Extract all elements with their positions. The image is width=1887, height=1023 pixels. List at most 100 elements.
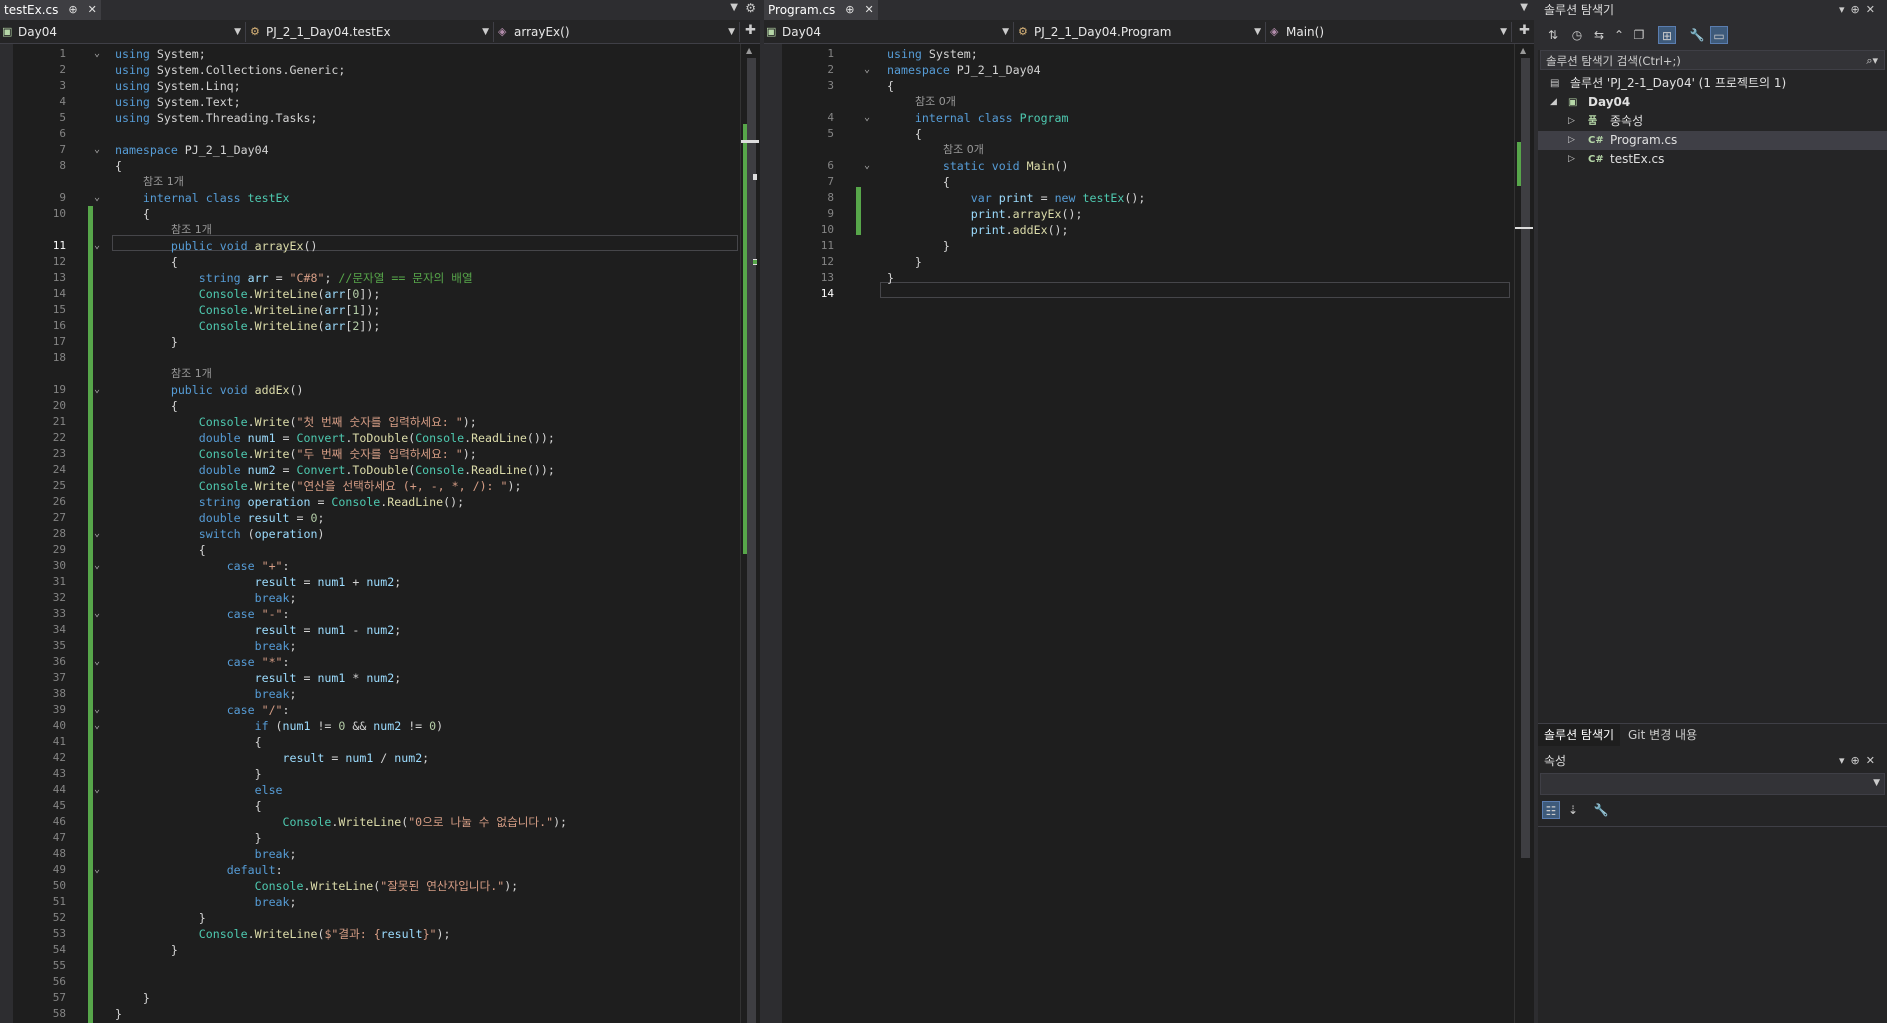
tree-item[interactable]: ▷ 품 종속성 (1538, 112, 1887, 131)
collapsed-arrow-icon[interactable]: ▷ (1568, 131, 1575, 150)
expanded-arrow-icon[interactable]: ◢ (1550, 93, 1557, 112)
code-text[interactable]: { (115, 254, 178, 270)
code-text[interactable]: } (115, 1006, 122, 1022)
wrench-icon[interactable]: 🔧 (1688, 26, 1706, 44)
pin-icon[interactable]: ⊕ (845, 0, 854, 20)
fold-toggle-icon[interactable]: ⌄ (94, 654, 100, 670)
code-text[interactable]: Console.Write("두 번째 숫자를 입력하세요: "); (115, 446, 477, 462)
code-text[interactable]: } (115, 830, 262, 846)
code-text[interactable]: Console.WriteLine($"결과: {result}"); (115, 926, 451, 942)
code-text[interactable]: namespace PJ_2_1_Day04 (887, 62, 1041, 78)
scrollbar-thumb[interactable] (1521, 58, 1530, 858)
sync-icon[interactable]: ⇆ (1590, 26, 1608, 44)
code-text[interactable]: if (num1 != 0 && num2 != 0) (115, 718, 444, 734)
code-text[interactable]: case "/": (115, 702, 290, 718)
code-text[interactable]: Console.WriteLine(arr[0]); (115, 286, 381, 302)
code-text[interactable]: { (115, 206, 150, 222)
code-text[interactable]: } (115, 334, 178, 350)
code-text[interactable]: switch (operation) (115, 526, 325, 542)
code-editor-testex[interactable]: 1 ⌄ using System; 2 using System.Collections… (0, 44, 760, 1023)
code-text[interactable]: } (115, 910, 206, 926)
panel-controls[interactable]: ▾⊕✕ (1839, 0, 1881, 20)
member-selector[interactable]: ◈ Main() ▼ (1268, 22, 1512, 42)
code-text[interactable]: result = num1 * num2; (115, 670, 402, 686)
tree-item[interactable]: ▷ C# testEx.cs (1538, 150, 1887, 169)
codelens-label[interactable]: 참조 1개 (115, 174, 184, 190)
code-text[interactable]: Console.WriteLine("0으로 나눌 수 없습니다."); (115, 814, 568, 830)
code-text[interactable]: using System.Threading.Tasks; (115, 110, 317, 126)
code-text[interactable]: break; (115, 638, 297, 654)
code-text[interactable]: } (115, 766, 262, 782)
panel-controls[interactable]: ▾⊕✕ (1839, 751, 1881, 771)
close-icon[interactable]: ✕ (865, 0, 874, 20)
code-text[interactable]: double num1 = Convert.ToDouble(Console.R… (115, 430, 555, 446)
code-text[interactable]: using System.Linq; (115, 78, 241, 94)
switch-views-icon[interactable]: ⇅ (1544, 26, 1562, 44)
code-text[interactable]: } (115, 990, 150, 1006)
fold-toggle-icon[interactable]: ⌄ (94, 142, 100, 158)
fold-toggle-icon[interactable]: ⌄ (94, 190, 100, 206)
code-text[interactable]: double num2 = Convert.ToDouble(Console.R… (115, 462, 555, 478)
project-selector[interactable]: ▣ Day04 ▼ (764, 22, 1014, 42)
tree-item-project[interactable]: ◢ ▣ Day04 (1538, 93, 1887, 112)
tab-dropdown-icon[interactable]: ▼ (730, 2, 738, 13)
code-text[interactable]: break; (115, 686, 297, 702)
split-editor-icon[interactable]: ✚ (745, 23, 756, 38)
code-text[interactable]: { (115, 734, 262, 750)
code-text[interactable]: { (887, 78, 894, 94)
scrollbar-thumb[interactable] (747, 58, 756, 1023)
fold-toggle-icon[interactable]: ⌄ (94, 238, 100, 254)
code-text[interactable]: break; (115, 894, 297, 910)
code-text[interactable]: { (115, 798, 262, 814)
class-selector[interactable]: ⚙ PJ_2_1_Day04.Program ▼ (1016, 22, 1266, 42)
code-text[interactable]: using System.Text; (115, 94, 241, 110)
fold-toggle-icon[interactable]: ⌄ (864, 158, 870, 174)
code-text[interactable]: { (115, 398, 178, 414)
copy-icon[interactable]: ❐ (1630, 26, 1648, 44)
gear-icon[interactable]: ⚙ (745, 1, 756, 15)
code-text[interactable]: namespace PJ_2_1_Day04 (115, 142, 269, 158)
tree-item[interactable]: ▷ C# Program.cs (1538, 131, 1887, 150)
code-text[interactable]: result = num1 + num2; (115, 574, 402, 590)
pin-icon[interactable]: ⊕ (68, 0, 77, 20)
code-text[interactable]: result = num1 / num2; (115, 750, 430, 766)
code-text[interactable]: static void Main() (887, 158, 1069, 174)
fold-toggle-icon[interactable]: ⌄ (94, 382, 100, 398)
tab-program[interactable]: Program.cs ⊕ ✕ (764, 0, 878, 20)
fold-toggle-icon[interactable]: ⌄ (864, 62, 870, 78)
close-icon[interactable]: ✕ (88, 0, 97, 20)
fold-toggle-icon[interactable]: ⌄ (94, 606, 100, 622)
code-text[interactable]: } (887, 254, 922, 270)
fold-toggle-icon[interactable]: ⌄ (94, 718, 100, 734)
codelens-label[interactable]: 참조 1개 (115, 222, 212, 238)
scroll-up-icon[interactable]: ▲ (1520, 46, 1526, 55)
code-text[interactable]: result = num1 - num2; (115, 622, 402, 638)
code-text[interactable]: break; (115, 846, 297, 862)
fold-toggle-icon[interactable]: ⌄ (94, 526, 100, 542)
code-text[interactable]: using System; (887, 46, 978, 62)
fold-toggle-icon[interactable]: ⌄ (94, 558, 100, 574)
split-editor-icon[interactable]: ✚ (1519, 23, 1530, 38)
properties-object-selector[interactable]: ▼ (1540, 773, 1885, 795)
tab-git-changes[interactable]: Git 변경 내용 (1622, 724, 1703, 746)
codelens-label[interactable]: 참조 0개 (887, 142, 984, 158)
code-text[interactable]: print.addEx(); (887, 222, 1069, 238)
code-text[interactable]: { (887, 126, 922, 142)
fold-toggle-icon[interactable]: ⌄ (864, 110, 870, 126)
code-text[interactable]: public void addEx() (115, 382, 304, 398)
tab-dropdown-icon[interactable]: ▼ (1520, 2, 1528, 13)
collapsed-arrow-icon[interactable]: ▷ (1568, 112, 1575, 131)
code-text[interactable]: Console.Write("첫 번째 숫자를 입력하세요: "); (115, 414, 477, 430)
search-icon[interactable]: ⌕▾ (1866, 51, 1878, 71)
class-selector[interactable]: ⚙ PJ_2_1_Day04.testEx ▼ (248, 22, 494, 42)
code-text[interactable]: Console.WriteLine(arr[1]); (115, 302, 381, 318)
code-text[interactable]: case "*": (115, 654, 290, 670)
vertical-scrollbar[interactable]: ▲ (1514, 44, 1534, 1023)
history-icon[interactable]: ◷ (1568, 26, 1586, 44)
solution-search-input[interactable]: 솔루션 탐색기 검색(Ctrl+;) ⌕▾ (1540, 50, 1885, 70)
preview-icon[interactable]: ▭ (1710, 26, 1728, 44)
codelens-label[interactable]: 참조 1개 (115, 366, 212, 382)
tab-solution-explorer[interactable]: 솔루션 탐색기 (1538, 724, 1621, 746)
code-text[interactable]: default: (115, 862, 283, 878)
fold-toggle-icon[interactable]: ⌄ (94, 862, 100, 878)
